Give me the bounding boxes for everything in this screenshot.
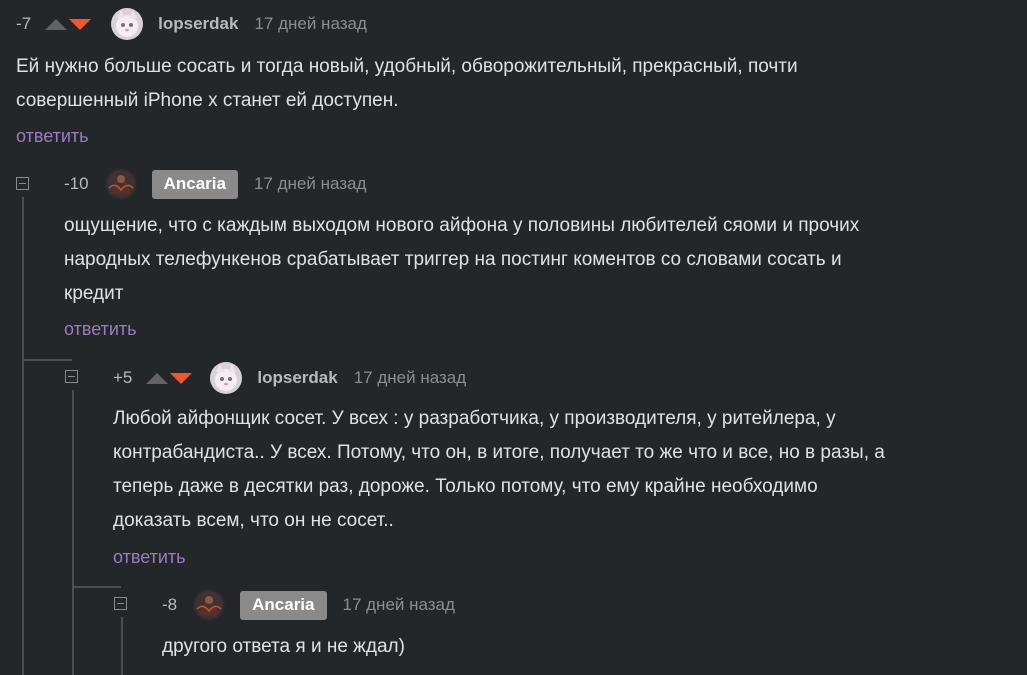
comment-header: -10 Ancaria 17 дней назад: [64, 168, 366, 200]
avatar[interactable]: [104, 168, 137, 200]
avatar[interactable]: [193, 589, 226, 621]
vote-up-icon[interactable]: [146, 372, 169, 384]
comment-rating: -7: [16, 14, 32, 33]
timestamp[interactable]: 17 дней назад: [343, 595, 455, 615]
comment-header: +5 lopserdak 17 дней назад: [113, 362, 466, 394]
vote-controls: [45, 18, 92, 30]
reply-link[interactable]: ответить: [64, 319, 137, 340]
comment-rating: -10: [64, 174, 89, 193]
reply-link[interactable]: ответить: [113, 547, 186, 568]
timestamp[interactable]: 17 дней назад: [254, 14, 366, 34]
vote-controls: [146, 372, 193, 384]
comment-text: Любой айфонщик сосет. У всех : у разрабо…: [113, 408, 885, 531]
timestamp[interactable]: 17 дней назад: [354, 368, 466, 388]
comment-rating: +5: [113, 368, 133, 387]
comment-text: Ей нужно больше сосать и тогда новый, уд…: [16, 56, 798, 111]
thread-line-level1: [22, 197, 24, 675]
avatar[interactable]: [111, 8, 144, 40]
collapse-thread-icon[interactable]: [16, 177, 29, 190]
comment-rating: -8: [162, 595, 178, 614]
comment-text: ощущение, что с каждым выходом нового ай…: [64, 215, 860, 304]
cat-avatar-icon: [210, 362, 243, 394]
vote-down-icon[interactable]: [69, 18, 92, 30]
username[interactable]: lopserdak: [257, 368, 337, 388]
dark-figure-avatar-icon: [193, 589, 226, 621]
comment-header: -8 Ancaria 17 дней назад: [162, 589, 455, 621]
thread-line-level2: [72, 390, 74, 675]
thread-line-level3: [121, 617, 123, 675]
thread-connector-level2: [22, 359, 72, 361]
username[interactable]: lopserdak: [158, 14, 238, 34]
avatar[interactable]: [210, 362, 243, 394]
collapse-thread-icon[interactable]: [114, 597, 127, 610]
comment-text: другого ответа я и не ждал): [162, 636, 405, 657]
username-badge[interactable]: Ancaria: [151, 169, 238, 199]
thread-connector-level3: [72, 586, 121, 588]
vote-up-icon[interactable]: [45, 18, 68, 30]
username-badge[interactable]: Ancaria: [240, 590, 327, 620]
timestamp[interactable]: 17 дней назад: [254, 174, 366, 194]
vote-down-icon[interactable]: [170, 372, 193, 384]
cat-avatar-icon: [111, 8, 144, 40]
comment-header: -7 lopserdak 17 дней назад: [16, 8, 367, 40]
collapse-thread-icon[interactable]: [65, 370, 78, 383]
dark-figure-avatar-icon: [104, 168, 137, 200]
reply-link[interactable]: ответить: [16, 126, 89, 147]
